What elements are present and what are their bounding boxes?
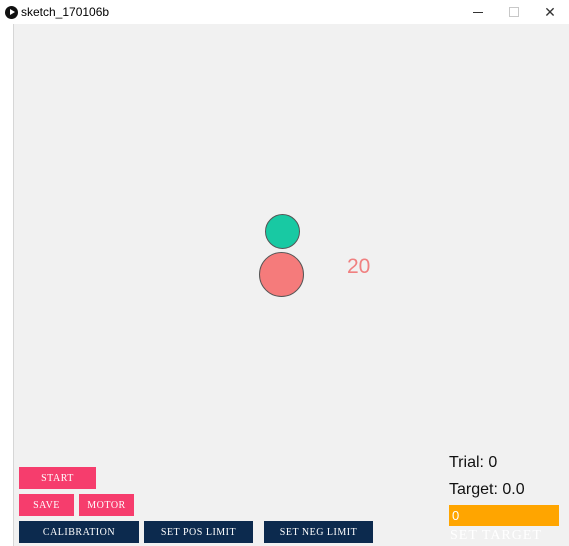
red-ball [259, 252, 304, 297]
set-pos-limit-button[interactable]: SET POS LIMIT [144, 521, 253, 543]
target-input[interactable] [449, 505, 559, 526]
start-button[interactable]: START [19, 467, 96, 489]
save-button[interactable]: SAVE [19, 494, 74, 516]
window-title: sketch_170106b [21, 5, 110, 19]
minimize-icon[interactable] [463, 2, 493, 22]
title-bar: sketch_170106b ✕ [0, 0, 569, 24]
sketch-canvas[interactable]: 20 START SAVE MOTOR CALIBRATION SET POS … [13, 24, 569, 546]
set-target-button[interactable]: SET TARGET [450, 528, 542, 544]
calibration-button[interactable]: CALIBRATION [19, 521, 139, 543]
counter-value: 20 [347, 255, 371, 278]
set-neg-limit-button[interactable]: SET NEG LIMIT [264, 521, 373, 543]
close-icon[interactable]: ✕ [535, 2, 565, 22]
processing-app-icon [5, 6, 18, 19]
target-label: Target: 0.0 [449, 481, 525, 498]
trial-label: Trial: 0 [449, 454, 498, 471]
green-ball [265, 214, 300, 249]
motor-button[interactable]: MOTOR [79, 494, 134, 516]
maximize-icon[interactable] [499, 2, 529, 22]
